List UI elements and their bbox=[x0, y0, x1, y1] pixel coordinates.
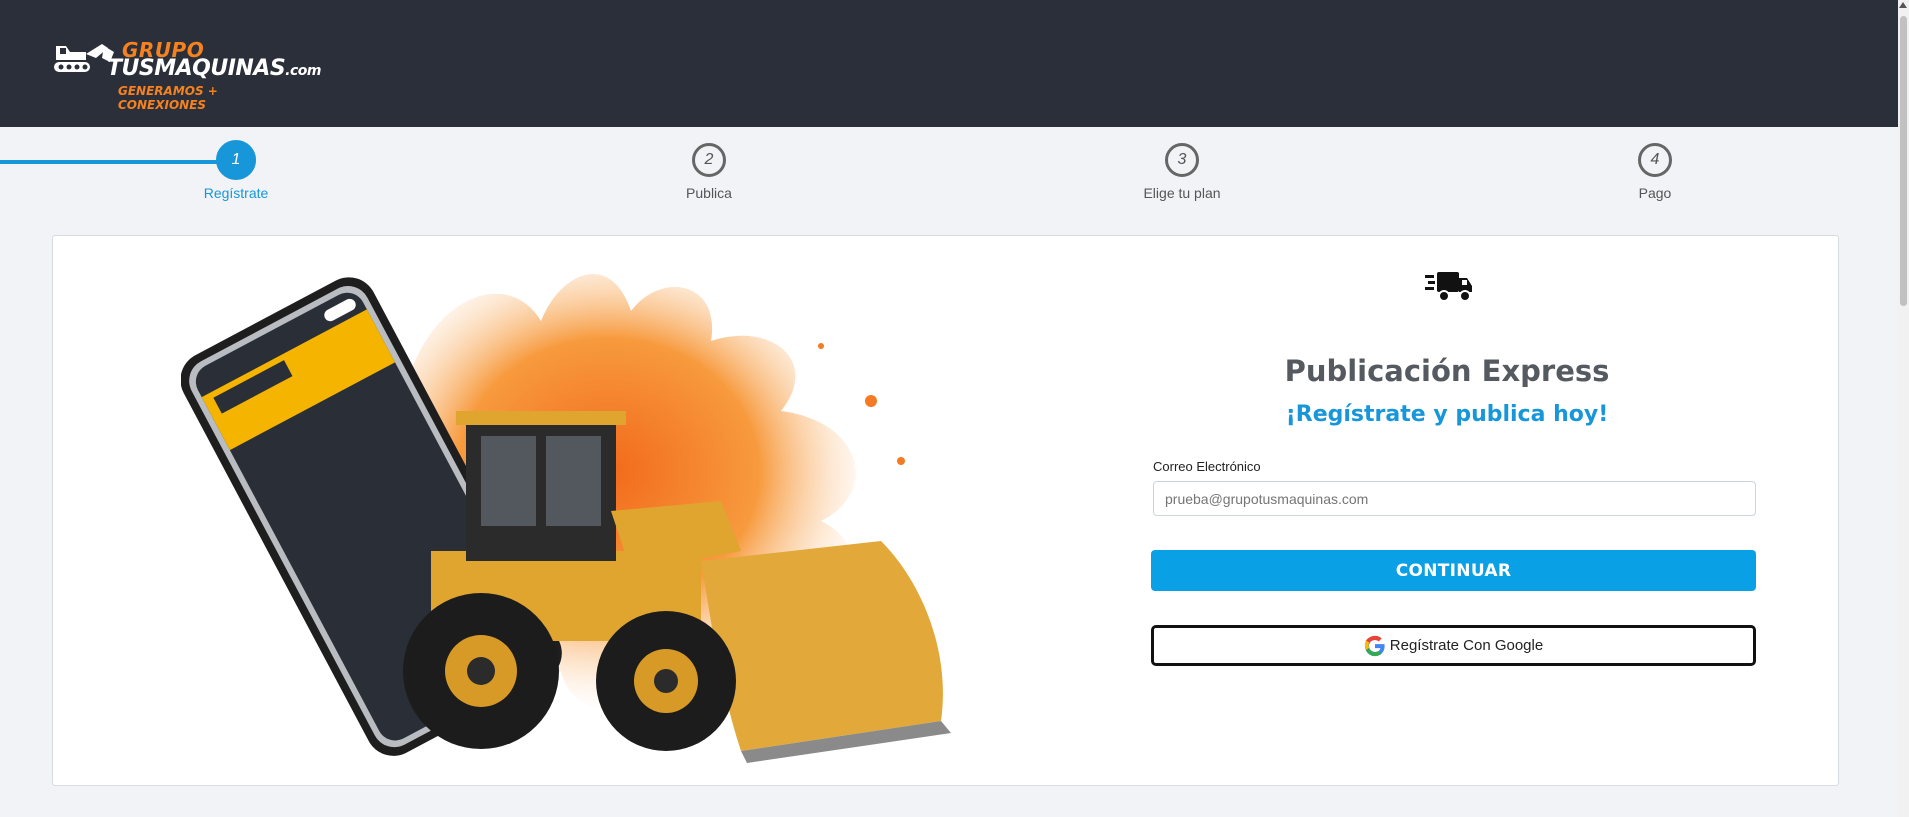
step-register: 1 Regístrate bbox=[156, 140, 316, 201]
email-label: Correo Electrónico bbox=[1153, 459, 1261, 474]
google-signup-label: Regístrate Con Google bbox=[1389, 637, 1544, 654]
page-title: Publicación Express bbox=[1284, 354, 1610, 388]
step-number-circle: 2 bbox=[692, 143, 726, 177]
step-number-circle: 1 bbox=[216, 140, 256, 180]
site-logo[interactable]: GRUPO TUSMAQUINAS.com GENERAMOS + CONEXI… bbox=[52, 36, 321, 112]
continue-button[interactable]: CONTINUAR bbox=[1151, 550, 1756, 591]
step-payment: 4 Pago bbox=[1575, 143, 1735, 201]
page-subtitle: ¡Regístrate y publica hoy! bbox=[1285, 402, 1609, 427]
step-label: Elige tu plan bbox=[1143, 185, 1221, 201]
scrollbar-thumb[interactable] bbox=[1900, 16, 1907, 306]
registration-card: Publicación Express ¡Regístrate y public… bbox=[52, 235, 1839, 786]
google-icon bbox=[1364, 635, 1385, 656]
logo-domain: .com bbox=[285, 63, 321, 79]
top-header: GRUPO TUSMAQUINAS.com GENERAMOS + CONEXI… bbox=[0, 0, 1898, 127]
google-signup-button[interactable]: Regístrate Con Google bbox=[1151, 625, 1756, 666]
registration-stepper: 1 Regístrate 2 Publica 3 Elige tu plan 4… bbox=[0, 127, 1898, 227]
step-choose-plan: 3 Elige tu plan bbox=[1102, 143, 1262, 201]
scroll-up-arrow-icon[interactable] bbox=[1899, 2, 1907, 8]
logo-brand-name: TUSMAQUINAS bbox=[107, 56, 286, 81]
step-label: Pago bbox=[1638, 185, 1672, 201]
hero-loader-illustration bbox=[181, 273, 951, 763]
step-label: Regístrate bbox=[203, 185, 269, 201]
step-publish: 2 Publica bbox=[629, 143, 789, 201]
fast-truck-icon bbox=[1425, 272, 1472, 302]
step-label: Publica bbox=[686, 185, 732, 201]
logo-tagline: GENERAMOS + CONEXIONES bbox=[118, 84, 218, 112]
email-field[interactable] bbox=[1153, 481, 1756, 516]
logo-text-brand: TUSMAQUINAS.com bbox=[107, 56, 321, 81]
step-number-circle: 3 bbox=[1165, 143, 1199, 177]
step-number-circle: 4 bbox=[1638, 143, 1672, 177]
